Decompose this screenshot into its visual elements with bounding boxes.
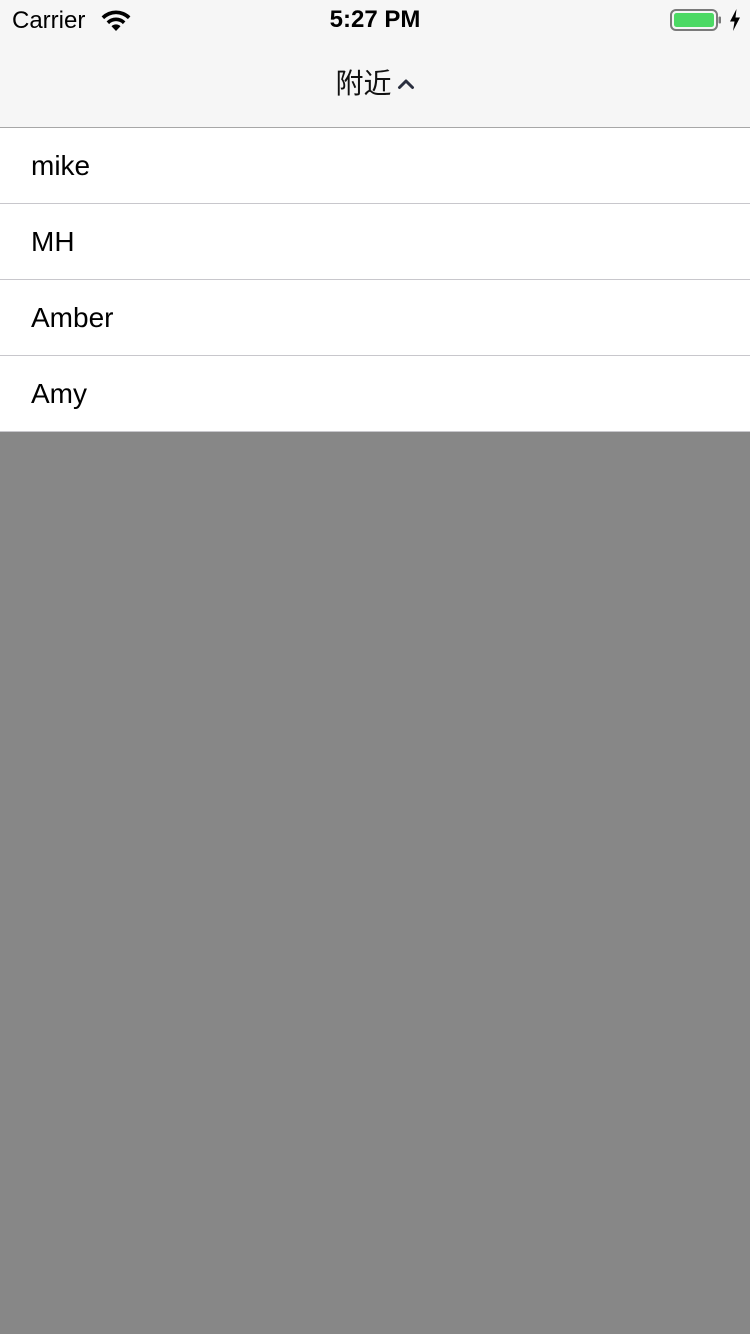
dropdown-list: mike MH Amber Amy (0, 128, 750, 432)
charging-bolt-icon (730, 9, 740, 31)
nav-title: 附近 (335, 67, 392, 100)
navigation-bar: Carrier 5:27 PM 附近 (0, 0, 750, 128)
list-item-label: MH (31, 225, 75, 257)
chevron-up-icon (397, 79, 414, 89)
nav-title-toggle[interactable]: 附近 (0, 66, 750, 102)
list-item-label: Amy (31, 377, 87, 409)
status-time: 5:27 PM (329, 6, 421, 33)
list-item[interactable]: Amy (0, 356, 750, 432)
dimmed-overlay[interactable] (0, 432, 750, 1334)
battery-charging-icon (670, 9, 721, 31)
list-item[interactable]: mike (0, 128, 750, 204)
status-bar: Carrier 5:27 PM (0, 0, 750, 40)
list-item-label: mike (31, 149, 91, 181)
list-item[interactable]: Amber (0, 280, 750, 356)
list-item[interactable]: MH (0, 204, 750, 280)
list-item-label: Amber (31, 301, 114, 333)
